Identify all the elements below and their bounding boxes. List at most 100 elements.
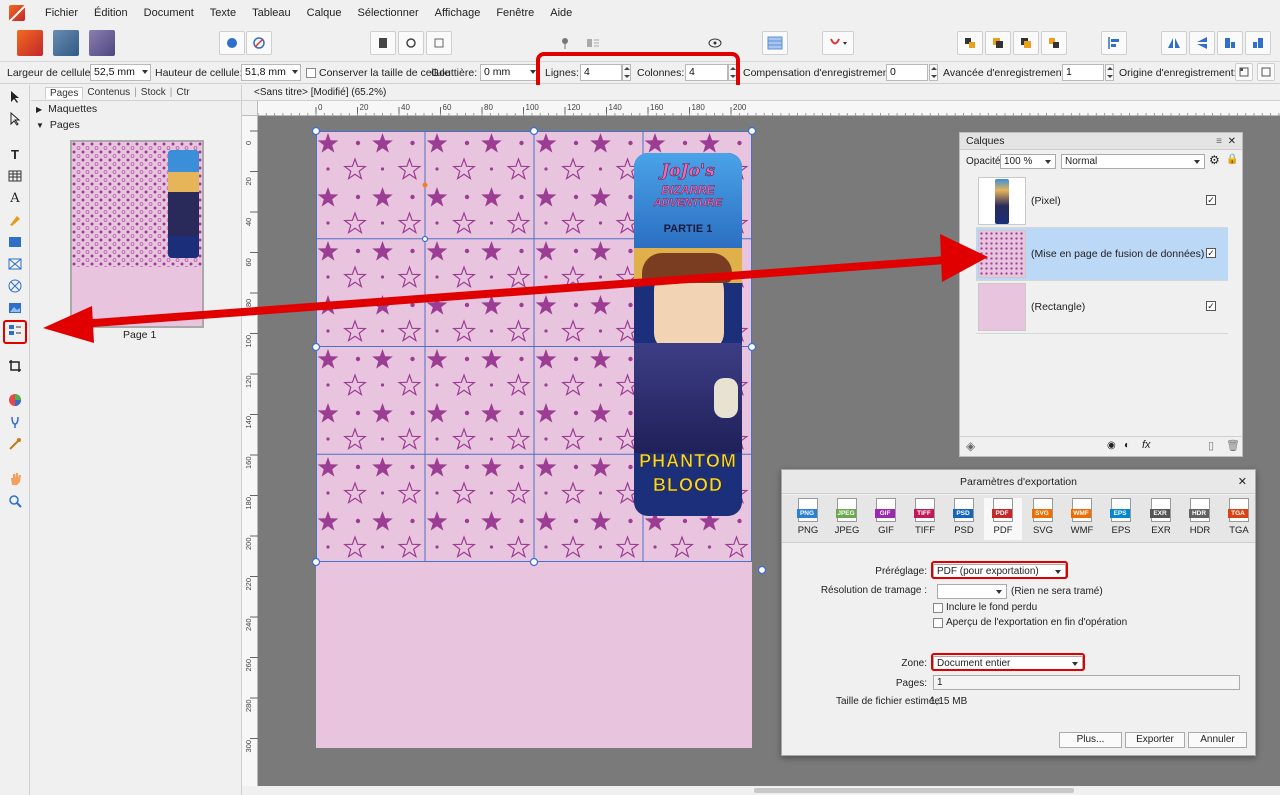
panel-menu-icon[interactable]: ≡ <box>1216 133 1222 150</box>
mode-normal-icon[interactable] <box>370 31 396 55</box>
menu-item[interactable]: Édition <box>86 0 136 26</box>
arrange-backward-icon[interactable] <box>985 31 1011 55</box>
origin-topleft-icon[interactable] <box>1235 63 1253 81</box>
pen-tool-icon[interactable] <box>7 212 23 228</box>
flip-vertical-icon[interactable] <box>1189 31 1215 55</box>
expand-arrow-icon[interactable]: ▶ <box>36 105 42 114</box>
close-icon[interactable]: ✕ <box>1238 470 1247 494</box>
horizontal-scrollbar[interactable] <box>242 786 1280 795</box>
cell-height-field[interactable]: 51,8 mm <box>241 64 301 81</box>
flip-horizontal-icon[interactable] <box>1161 31 1187 55</box>
tab-pages[interactable]: Pages <box>45 86 84 99</box>
layer-row-rectangle[interactable]: (Rectangle) ✓ <box>976 281 1228 334</box>
hand-tool-icon[interactable] <box>7 471 23 487</box>
format-tab-wmf[interactable]: WMF WMF <box>1063 498 1101 540</box>
format-tab-tiff[interactable]: TIFF TIFF <box>906 498 944 540</box>
page-thumbnail[interactable] <box>70 140 204 328</box>
collapse-arrow-icon[interactable]: ▼ <box>36 121 44 130</box>
reg-comp-field[interactable]: 0 <box>886 64 928 81</box>
format-tab-exr[interactable]: EXR EXR <box>1142 498 1180 540</box>
zoom-tool-icon[interactable] <box>7 493 23 509</box>
color-picker-icon[interactable] <box>7 392 23 408</box>
gear-icon[interactable]: ⚙ <box>1209 153 1220 167</box>
picture-frame-tool-icon[interactable] <box>7 256 23 272</box>
layer-visibility-checkbox[interactable]: ✓ <box>1206 248 1216 258</box>
layer-row-pixel[interactable]: (Pixel) ✓ <box>976 175 1228 228</box>
menu-item[interactable]: Aide <box>542 0 580 26</box>
arrange-forward-icon[interactable] <box>1013 31 1039 55</box>
bleed-checkbox[interactable] <box>933 603 943 613</box>
fx-icon[interactable]: fx <box>1142 439 1151 451</box>
arrange-back-icon[interactable] <box>957 31 983 55</box>
gutter-field[interactable]: 0 mm <box>480 64 539 81</box>
format-tab-svg[interactable]: SVG SVG <box>1024 498 1062 540</box>
format-tab-hdr[interactable]: HDR HDR <box>1181 498 1219 540</box>
menu-item[interactable]: Tableau <box>244 0 299 26</box>
preflight-icon[interactable] <box>219 31 245 55</box>
ellipse-frame-tool-icon[interactable] <box>7 278 23 294</box>
crop-tool-icon[interactable] <box>7 358 23 374</box>
table-tool-icon[interactable] <box>7 168 23 184</box>
reg-advance-field[interactable]: 1 <box>1062 64 1104 81</box>
format-tab-tga[interactable]: TGA TGA <box>1220 498 1258 540</box>
mask-icon[interactable]: ◉ <box>1107 440 1116 451</box>
place-image-tool-icon[interactable] <box>7 300 23 316</box>
mode-clipped-icon[interactable] <box>426 31 452 55</box>
format-tab-eps[interactable]: EPS EPS <box>1102 498 1140 540</box>
node-tool-icon[interactable] <box>7 111 23 127</box>
cancel-button[interactable]: Annuler <box>1188 732 1247 748</box>
format-tab-pdf[interactable]: PDF PDF <box>984 498 1022 540</box>
frame-text-tool-icon[interactable]: T <box>7 146 23 162</box>
format-tab-png[interactable]: PNG PNG <box>789 498 827 540</box>
menu-item[interactable]: Calque <box>299 0 350 26</box>
raster-select[interactable] <box>937 584 1007 599</box>
menu-item[interactable]: Texte <box>202 0 244 26</box>
menu-item[interactable]: Fenêtre <box>488 0 542 26</box>
blend-mode-select[interactable]: Normal <box>1061 154 1205 169</box>
rotate-left-icon[interactable] <box>1217 31 1243 55</box>
publisher-persona-icon[interactable] <box>17 30 43 56</box>
tab-ctr[interactable]: Ctr <box>172 87 193 98</box>
align-icon[interactable] <box>1101 31 1127 55</box>
pages-field[interactable]: 1 <box>933 675 1240 690</box>
adjustment-icon[interactable]: ◐ <box>1124 440 1130 451</box>
preview-checkbox[interactable] <box>933 618 943 628</box>
menu-item[interactable]: Document <box>136 0 202 26</box>
reg-comp-stepper[interactable] <box>929 64 938 81</box>
menu-item[interactable]: Fichier <box>37 0 86 26</box>
rotate-right-icon[interactable] <box>1245 31 1271 55</box>
baseline-grid-icon[interactable] <box>762 31 788 55</box>
more-button[interactable]: Plus... <box>1059 732 1122 748</box>
arrange-front-icon[interactable] <box>1041 31 1067 55</box>
close-icon[interactable]: ✕ <box>1228 133 1236 150</box>
layer-visibility-checkbox[interactable]: ✓ <box>1206 195 1216 205</box>
format-tab-psd[interactable]: PSD PSD <box>945 498 983 540</box>
pages-section[interactable]: ▼ Pages <box>31 117 241 133</box>
designer-persona-icon[interactable] <box>53 30 79 56</box>
tab-contenus[interactable]: Contenus <box>83 87 134 98</box>
artistic-text-tool-icon[interactable]: A <box>7 190 23 206</box>
snapping-icon[interactable] <box>822 31 854 55</box>
layer-visibility-checkbox[interactable]: ✓ <box>1206 301 1216 311</box>
photo-persona-icon[interactable] <box>89 30 115 56</box>
reg-advance-stepper[interactable] <box>1105 64 1114 81</box>
origin-center-icon[interactable] <box>1257 63 1275 81</box>
mode-bleed-icon[interactable] <box>398 31 424 55</box>
menu-item[interactable]: Sélectionner <box>350 0 427 26</box>
move-tool-icon[interactable] <box>7 89 23 105</box>
document-tab[interactable]: <Sans titre> [Modifié] (65.2%) <box>242 85 1280 101</box>
format-tab-gif[interactable]: GIF GIF <box>867 498 905 540</box>
opacity-field[interactable]: 100 % <box>1000 154 1056 169</box>
tab-stock[interactable]: Stock <box>137 87 170 98</box>
cell-width-field[interactable]: 52,5 mm <box>90 64 151 81</box>
layers-stack-icon[interactable]: ◈ <box>966 439 975 453</box>
keep-cell-size-checkbox[interactable] <box>306 68 316 78</box>
no-color-icon[interactable] <box>246 31 272 55</box>
rectangle-tool-icon[interactable] <box>7 234 23 250</box>
trash-icon[interactable]: 🗑 <box>1226 439 1240 452</box>
lock-icon[interactable]: 🔒 <box>1226 154 1238 165</box>
add-layer-icon[interactable]: ▯ <box>1208 439 1214 452</box>
format-tab-jpeg[interactable]: JPEG JPEG <box>828 498 866 540</box>
layer-row-data-merge[interactable]: (Mise en page de fusion de données) ✓ <box>976 228 1228 281</box>
jojo-cover-image[interactable]: JoJo's BIZARRE ADVENTURE PARTIE 1 PHANTO… <box>634 153 742 516</box>
